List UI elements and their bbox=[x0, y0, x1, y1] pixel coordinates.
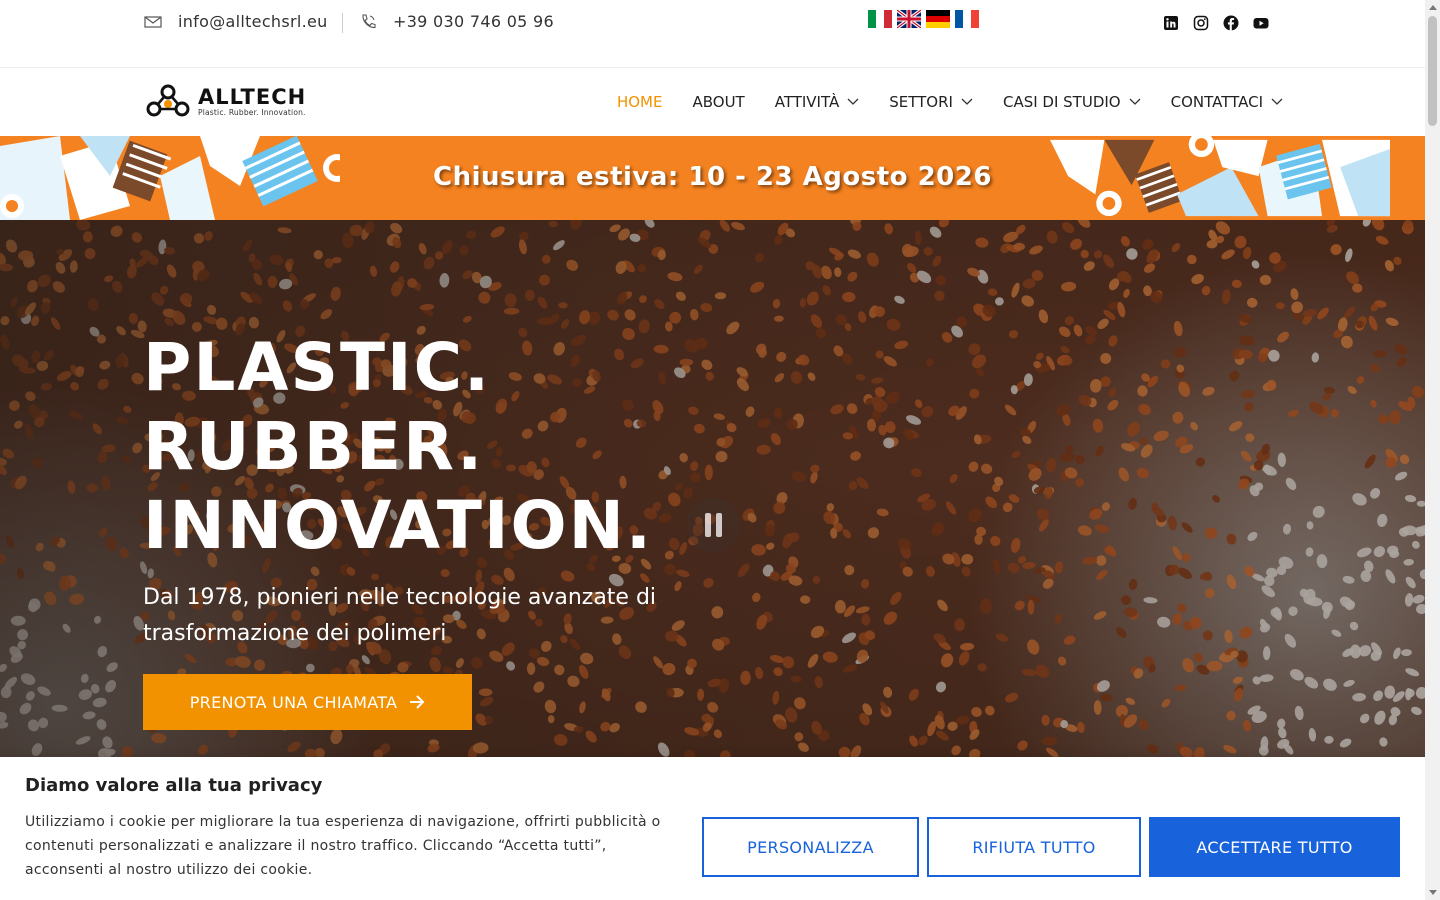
menu-label: HOME bbox=[616, 93, 663, 111]
pause-icon bbox=[715, 513, 722, 537]
menu-label: ABOUT bbox=[692, 93, 745, 111]
scrollbar-thumb[interactable] bbox=[1428, 16, 1437, 126]
book-call-label: PRENOTA UNA CHIAMATA bbox=[189, 692, 398, 712]
menu-item-casi-di-studio[interactable]: CASI DI STUDIO bbox=[1003, 93, 1141, 111]
hero-title: PLASTIC. RUBBER. INNOVATION. bbox=[143, 328, 653, 565]
book-call-button[interactable]: PRENOTA UNA CHIAMATA bbox=[143, 674, 472, 730]
top-bar: info@alltechsrl.eu +39 030 746 05 96 bbox=[0, 0, 1425, 68]
menu-label: CASI DI STUDIO bbox=[1002, 93, 1121, 111]
menu-label: SETTORI bbox=[889, 93, 953, 111]
menu-label: CONTATTACI bbox=[1170, 93, 1263, 111]
scroll-up-icon[interactable] bbox=[1429, 5, 1437, 10]
main-navigation: ALLTECH Plastic. Rubber. Innovation. HOM… bbox=[0, 68, 1425, 136]
email-text[interactable]: info@alltechsrl.eu bbox=[178, 12, 328, 31]
phone-text[interactable]: +39 030 746 05 96 bbox=[393, 12, 554, 31]
email-contact[interactable]: info@alltechsrl.eu bbox=[144, 12, 328, 31]
youtube-icon[interactable] bbox=[1253, 15, 1269, 31]
hero-subtitle: Dal 1978, pionieri nelle tecnologie avan… bbox=[143, 585, 657, 646]
cookie-title: Diamo valore alla tua privacy bbox=[25, 775, 323, 796]
pause-video-button[interactable] bbox=[686, 498, 740, 552]
phone-icon bbox=[362, 13, 376, 28]
menu-item-home[interactable]: HOME bbox=[617, 93, 663, 111]
flag-uk-icon[interactable] bbox=[897, 10, 921, 28]
flag-germany-icon[interactable] bbox=[926, 10, 950, 28]
menu: HOME ABOUT ATTIVITÀ SETTORI CASI DI STUD… bbox=[617, 68, 1283, 136]
phone-contact[interactable]: +39 030 746 05 96 bbox=[359, 12, 554, 31]
alltech-logo-icon bbox=[146, 84, 190, 117]
logo-tagline: Plastic. Rubber. Innovation. bbox=[198, 107, 306, 117]
menu-item-attivita[interactable]: ATTIVITÀ bbox=[775, 93, 860, 111]
social-links bbox=[1163, 15, 1269, 31]
menu-item-settori[interactable]: SETTORI bbox=[889, 93, 973, 111]
cookie-description: Utilizziamo i cookie per migliorare la t… bbox=[25, 814, 661, 878]
hero-title-line: RUBBER. bbox=[143, 408, 485, 485]
facebook-icon[interactable] bbox=[1223, 15, 1239, 31]
chevron-down-icon bbox=[847, 98, 859, 105]
mail-icon bbox=[144, 15, 162, 28]
banner-text: Chiusura estiva: 10 - 23 Agosto 2026 bbox=[433, 162, 992, 192]
divider bbox=[342, 13, 343, 33]
cookie-consent-banner: Diamo valore alla tua privacy Utilizziam… bbox=[0, 757, 1425, 900]
scrollbar[interactable] bbox=[1425, 0, 1440, 900]
arrow-right-icon bbox=[410, 695, 425, 709]
chevron-down-icon bbox=[1129, 98, 1141, 105]
chevron-down-icon bbox=[1271, 98, 1283, 105]
reject-all-button[interactable]: RIFIUTA TUTTO bbox=[927, 817, 1141, 877]
accept-all-button[interactable]: ACCETTARE TUTTO bbox=[1149, 817, 1400, 877]
menu-label: ATTIVITÀ bbox=[774, 93, 840, 111]
logo-name: ALLTECH bbox=[198, 84, 307, 109]
language-switcher bbox=[868, 10, 979, 28]
flag-france-icon[interactable] bbox=[955, 10, 979, 28]
linkedin-icon[interactable] bbox=[1163, 15, 1179, 31]
flag-italy-icon[interactable] bbox=[868, 10, 892, 28]
summer-closure-banner: Chiusura estiva: 10 - 23 Agosto 2026 bbox=[0, 136, 1425, 220]
customize-button[interactable]: PERSONALIZZA bbox=[702, 817, 919, 877]
chevron-down-icon bbox=[961, 98, 973, 105]
scroll-down-icon[interactable] bbox=[1429, 890, 1437, 895]
menu-item-contattaci[interactable]: CONTATTACI bbox=[1171, 93, 1283, 111]
logo[interactable]: ALLTECH Plastic. Rubber. Innovation. bbox=[144, 82, 306, 120]
pause-icon bbox=[704, 513, 711, 537]
hero-title-line: PLASTIC. bbox=[143, 329, 492, 406]
menu-item-about[interactable]: ABOUT bbox=[692, 93, 744, 111]
hero-section: PLASTIC. RUBBER. INNOVATION. Dal 1978, p… bbox=[0, 220, 1425, 757]
instagram-icon[interactable] bbox=[1193, 15, 1209, 31]
hero-title-line: INNOVATION. bbox=[143, 487, 653, 564]
